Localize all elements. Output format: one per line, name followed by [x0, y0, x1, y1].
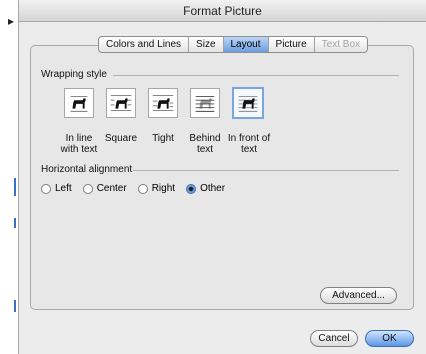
radio-label: Left — [55, 183, 72, 194]
edge-blue-mark — [14, 300, 16, 312]
radio-left[interactable]: Left — [41, 183, 72, 194]
wrapping-style-label: Wrapping style — [41, 69, 107, 80]
tab-picture[interactable]: Picture — [269, 37, 315, 52]
wrap-in-front-caption: In front of text — [221, 133, 277, 155]
wrap-in-front-of-text-button[interactable] — [232, 87, 264, 119]
cancel-button[interactable]: Cancel — [310, 330, 358, 347]
square-wrap-icon — [110, 95, 132, 111]
radio-label: Right — [151, 183, 176, 194]
radio-right[interactable]: Right — [137, 183, 176, 194]
tab-content-panel — [30, 45, 414, 310]
horizontal-alignment-label: Horizontal alignment — [41, 164, 133, 175]
radio-label: Center — [96, 183, 127, 194]
wrapping-style-divider — [113, 75, 399, 76]
radio-circle[interactable] — [82, 183, 93, 194]
ok-button[interactable]: OK — [365, 330, 414, 347]
tab-text-box: Text Box — [321, 39, 361, 50]
background-window-edge: ▸ — [0, 0, 18, 354]
format-picture-dialog: Format Picture Colors and Lines Size Lay… — [18, 0, 426, 354]
dialog-title: Format Picture — [19, 0, 426, 22]
inline-wrap-icon — [70, 96, 88, 112]
advanced-button[interactable]: Advanced... — [320, 287, 397, 304]
tab-bar: Colors and Lines Size Layout Picture Tex… — [98, 36, 369, 53]
wrap-behind-text-button[interactable] — [190, 88, 220, 118]
horizontal-alignment-divider — [133, 170, 399, 171]
caption-line: In front of — [227, 133, 271, 144]
edge-mark-glyph: ▸ — [8, 14, 15, 28]
caption-line: with text — [60, 144, 98, 155]
edge-blue-mark — [14, 218, 16, 228]
tab-size[interactable]: Size — [189, 37, 224, 52]
tab-colors-and-lines[interactable]: Colors and Lines — [99, 37, 190, 52]
tight-wrap-icon — [152, 95, 174, 111]
alignment-radio-group: Left Center Right Other — [41, 183, 236, 194]
radio-circle[interactable] — [41, 183, 51, 194]
wrap-inline-button[interactable] — [64, 88, 94, 118]
radio-label: Other — [200, 183, 226, 194]
edge-blue-mark — [14, 178, 16, 196]
radio-circle-selected[interactable] — [186, 183, 197, 194]
radio-other[interactable]: Other — [186, 183, 225, 194]
wrap-square-button[interactable] — [106, 88, 136, 118]
wrap-tight-button[interactable] — [148, 88, 178, 118]
radio-circle[interactable] — [137, 183, 148, 194]
caption-line: text — [240, 144, 258, 155]
in-front-of-text-icon — [238, 96, 258, 112]
radio-center[interactable]: Center — [82, 183, 127, 194]
behind-text-icon — [195, 96, 215, 112]
tab-layout[interactable]: Layout — [223, 37, 269, 52]
